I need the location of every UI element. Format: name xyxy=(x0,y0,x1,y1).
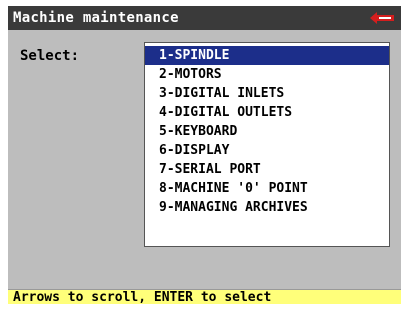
menu-item[interactable]: 3-DIGITAL INLETS xyxy=(145,84,389,103)
select-label: Select: xyxy=(20,48,80,64)
maintenance-screen: Machine maintenance Select: 1-SPINDLE 2-M… xyxy=(8,6,401,304)
menu-item[interactable]: 6-DISPLAY xyxy=(145,141,389,160)
window-title: Machine maintenance xyxy=(13,10,179,26)
menu-item[interactable]: 8-MACHINE '0' POINT xyxy=(145,179,389,198)
title-bar: Machine maintenance xyxy=(8,6,401,30)
menu-item[interactable]: 9-MANAGING ARCHIVES xyxy=(145,198,389,217)
menu-item[interactable]: 1-SPINDLE xyxy=(145,46,389,65)
menu-item[interactable]: 4-DIGITAL OUTLETS xyxy=(145,103,389,122)
menu-item[interactable]: 5-KEYBOARD xyxy=(145,122,389,141)
menu-listbox[interactable]: 1-SPINDLE 2-MOTORS 3-DIGITAL INLETS 4-DIGIT… xyxy=(144,42,390,247)
red-key-logo-icon xyxy=(370,12,394,24)
status-bar: Arrows to scroll, ENTER to select xyxy=(8,289,401,304)
menu-list: 1-SPINDLE 2-MOTORS 3-DIGITAL INLETS 4-DIGIT… xyxy=(145,43,389,217)
status-hint: Arrows to scroll, ENTER to select xyxy=(13,290,272,304)
menu-item[interactable]: 2-MOTORS xyxy=(145,65,389,84)
menu-item[interactable]: 7-SERIAL PORT xyxy=(145,160,389,179)
